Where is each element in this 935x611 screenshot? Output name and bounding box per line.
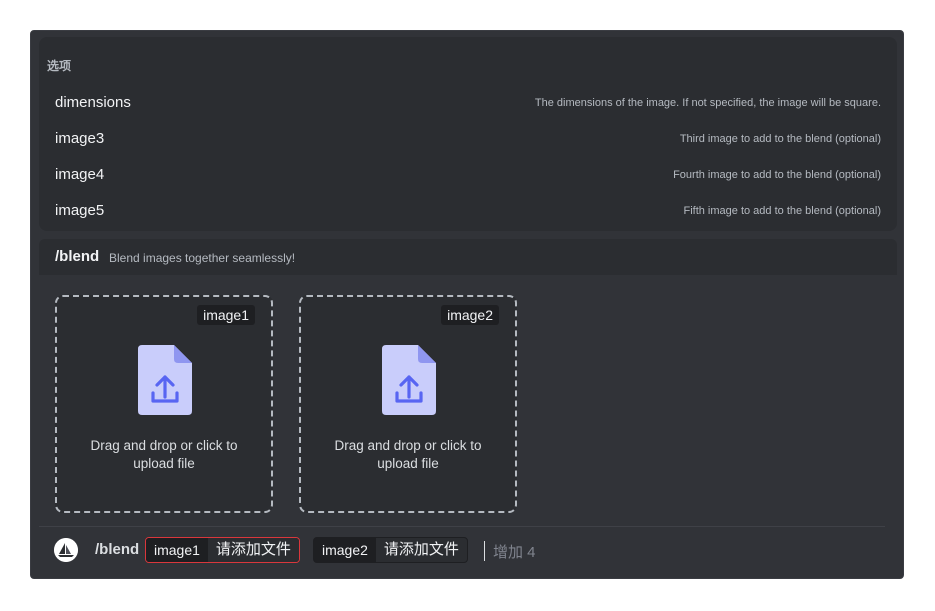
file-upload-icon — [382, 345, 436, 415]
option-image4[interactable]: image4 Fourth image to add to the blend … — [39, 157, 897, 193]
param-pill-image2[interactable]: image2 请添加文件 — [313, 537, 468, 563]
option-name: image5 — [55, 202, 105, 219]
dropzone-tag: image1 — [197, 305, 255, 325]
command-name: /blend — [55, 248, 100, 265]
option-image3[interactable]: image3 Third image to add to the blend (… — [39, 121, 897, 157]
file-upload-icon — [138, 345, 192, 415]
command-window: 选项 dimensions The dimensions of the imag… — [30, 30, 904, 579]
param-name: image2 — [314, 538, 376, 562]
dropzone-text: Drag and drop or click to upload file — [334, 438, 482, 471]
param-value: 请添加文件 — [375, 538, 467, 562]
option-desc: The dimensions of the image. If not spec… — [534, 97, 881, 109]
dropzone-tag: image2 — [441, 305, 499, 325]
option-desc: Fourth image to add to the blend (option… — [673, 169, 881, 181]
options-panel: 选项 dimensions The dimensions of the imag… — [39, 37, 897, 231]
options-title: 选项 — [47, 59, 72, 73]
input-command: /blend — [95, 541, 140, 558]
option-image5[interactable]: image5 Fifth image to add to the blend (… — [39, 193, 897, 229]
sailboat-avatar-icon — [54, 538, 78, 562]
more-options-hint[interactable]: 增加 4 — [493, 541, 536, 562]
option-desc: Fifth image to add to the blend (optiona… — [683, 205, 881, 217]
divider — [39, 526, 885, 527]
param-value: 请添加文件 — [207, 538, 299, 562]
dropzone-text: Drag and drop or click to upload file — [90, 438, 238, 471]
param-pill-image1[interactable]: image1 请添加文件 — [145, 537, 300, 563]
option-dimensions[interactable]: dimensions The dimensions of the image. … — [39, 85, 897, 121]
command-header: /blend Blend images together seamlessly! — [39, 239, 897, 275]
option-desc: Third image to add to the blend (optiona… — [679, 133, 881, 145]
option-name: image4 — [55, 166, 105, 183]
command-input-bar[interactable]: /blend image1 请添加文件 image2 请添加文件 增加 4 — [39, 531, 897, 569]
command-desc: Blend images together seamlessly! — [109, 251, 296, 265]
upload-dropzone-image1[interactable]: image1 Drag and drop or click to upload … — [55, 295, 273, 513]
upload-dropzone-image2[interactable]: image2 Drag and drop or click to upload … — [299, 295, 517, 513]
param-name: image1 — [146, 538, 208, 562]
avatar — [54, 538, 78, 562]
option-name: image3 — [55, 130, 105, 147]
option-name: dimensions — [55, 94, 131, 111]
text-caret — [484, 541, 485, 561]
